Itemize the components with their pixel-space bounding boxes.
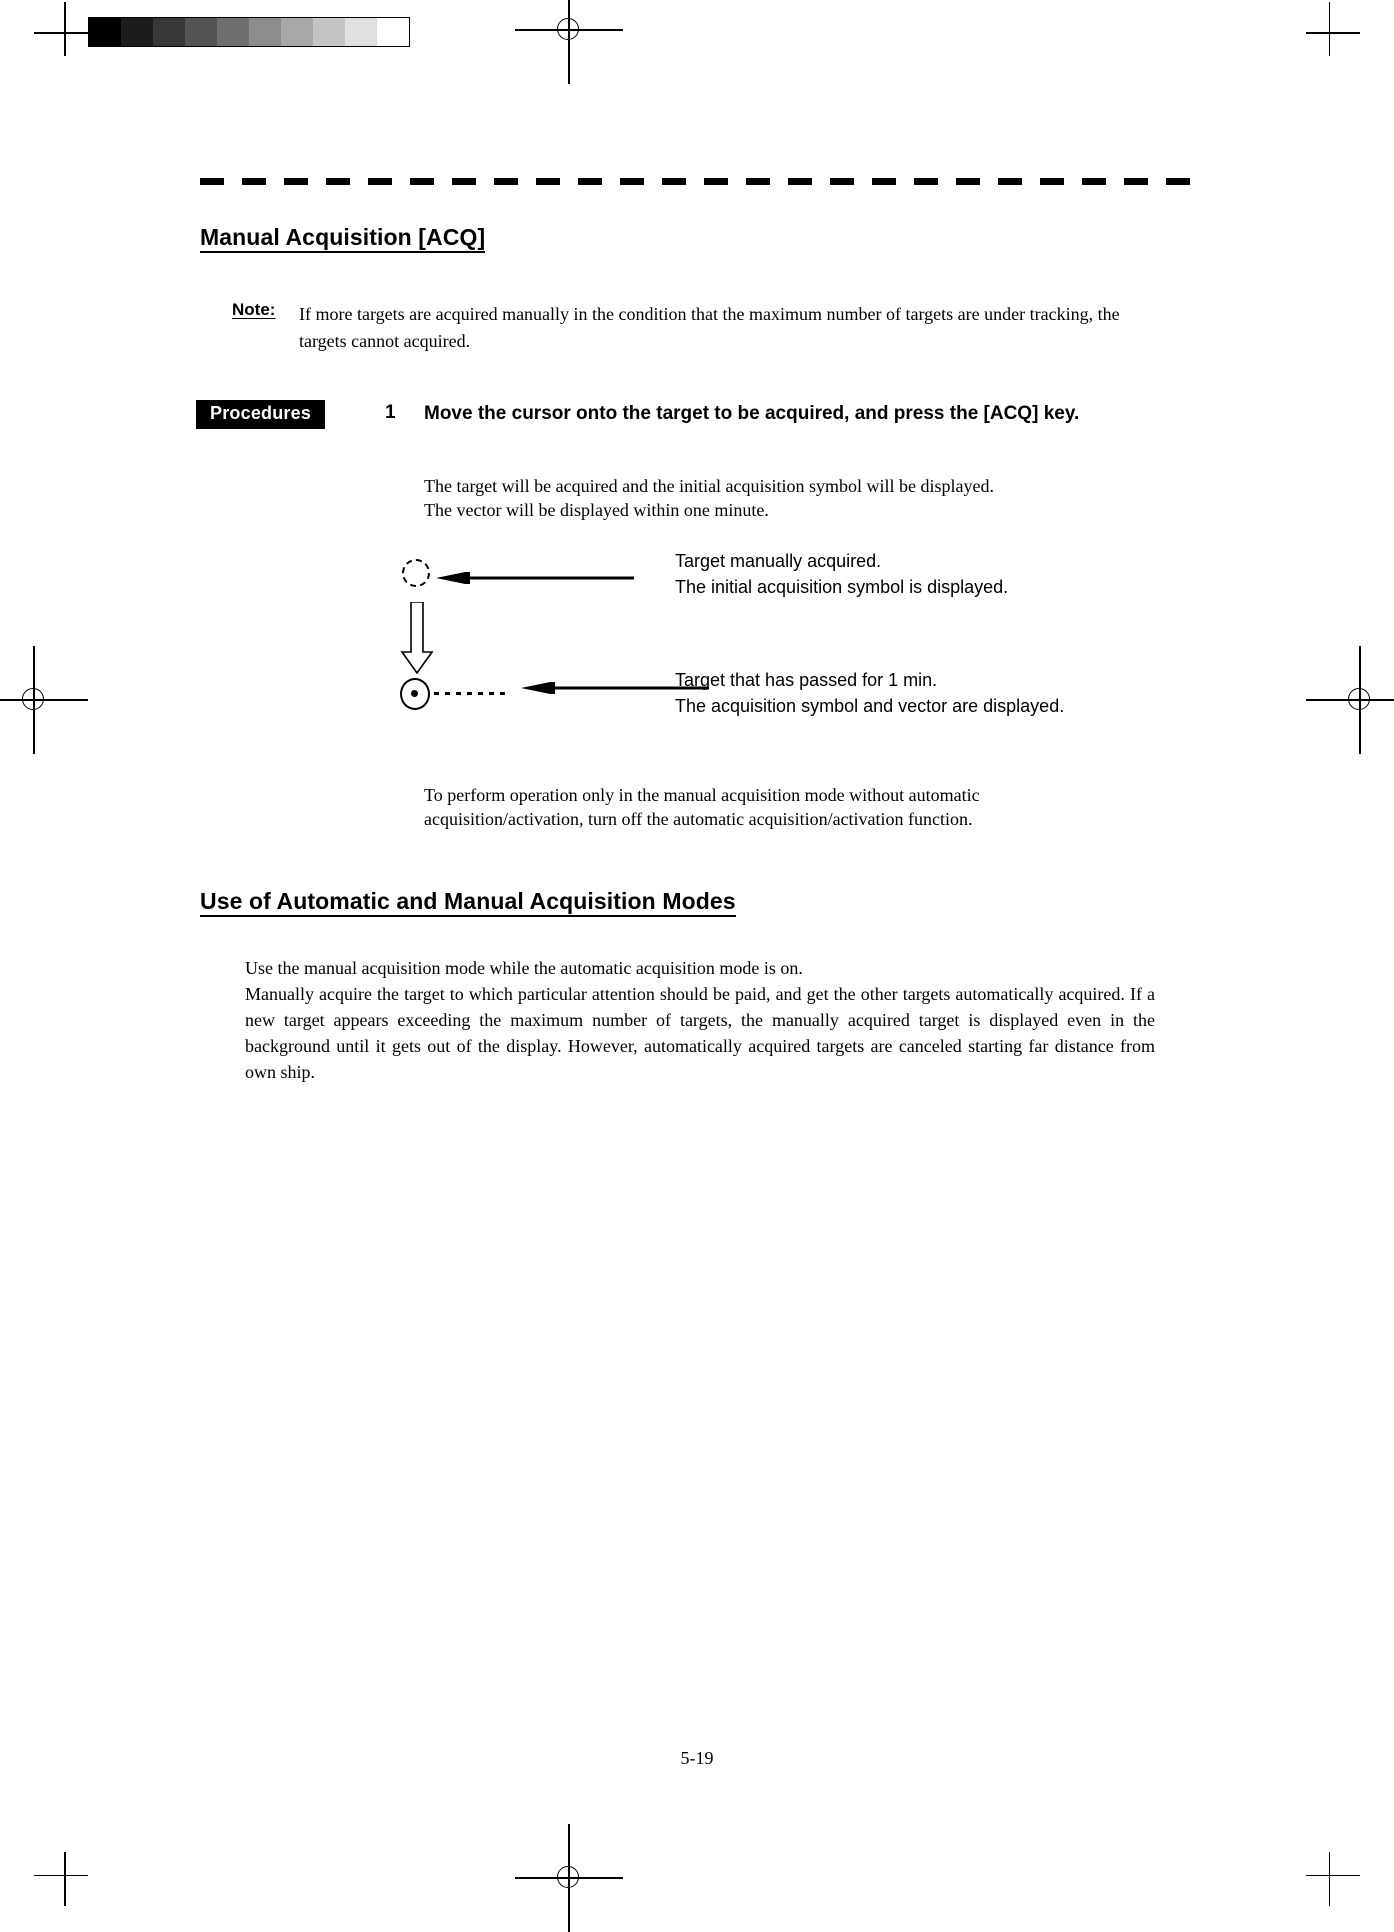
step-description-line-1: The target will be acquired and the init…: [424, 476, 995, 496]
step-number: 1: [385, 402, 396, 423]
acquisition-symbol-icon: [400, 678, 430, 710]
target-vector-line: [434, 692, 510, 695]
section-two-paragraph: Use the manual acquisition mode while th…: [245, 955, 1155, 1085]
acquisition-symbol-diagram: Target manually acquired. The initial ac…: [390, 545, 1150, 740]
section-two-paragraph-rest: Manually acquire the target to which par…: [245, 984, 1155, 1082]
callout-top: Target manually acquired. The initial ac…: [675, 548, 1008, 600]
note-label: Note:: [232, 300, 276, 319]
callout-top-line-1: Target manually acquired.: [675, 551, 882, 571]
section-two-paragraph-line-1: Use the manual acquisition mode while th…: [245, 958, 803, 978]
step-description: The target will be acquired and the init…: [424, 474, 1184, 522]
transition-down-arrow-icon: [400, 602, 434, 674]
note-text: If more targets are acquired manually in…: [299, 304, 1120, 351]
callout-bottom-line-1: Target that has passed for 1 min.: [675, 670, 938, 690]
callout-bottom: Target that has passed for 1 min. The ac…: [675, 667, 1064, 719]
section-title-use-of-modes: Use of Automatic and Manual Acquisition …: [200, 888, 736, 918]
initial-acquisition-symbol-icon: [402, 559, 430, 587]
target-dot-icon: [411, 690, 418, 697]
page-number: 5-19: [680, 1748, 714, 1768]
page-title: Manual Acquisition [ACQ]: [200, 224, 486, 254]
callout-top-line-2: The initial acquisition symbol is displa…: [675, 577, 1009, 597]
step-heading: Move the cursor onto the target to be ac…: [424, 403, 1080, 424]
step-description-line-2: The vector will be displayed within one …: [424, 500, 769, 520]
dashed-divider-rule: [200, 178, 1190, 185]
closing-paragraph-line-2: acquisition/activation, turn off the aut…: [424, 809, 973, 829]
closing-paragraph: To perform operation only in the manual …: [424, 783, 1104, 831]
callout-bottom-line-2: The acquisition symbol and vector are di…: [675, 696, 1065, 716]
document-page: Manual Acquisition [ACQ] Note: If more t…: [0, 0, 1394, 1908]
leader-arrow-top-icon: [436, 572, 634, 584]
closing-paragraph-line-1: To perform operation only in the manual …: [424, 785, 980, 805]
procedures-badge: Procedures: [196, 400, 326, 429]
